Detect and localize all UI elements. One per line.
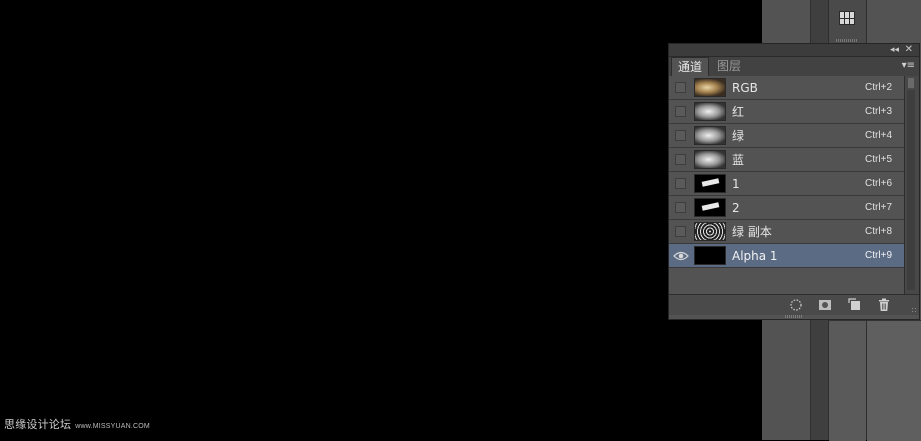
visibility-toggle[interactable] xyxy=(675,178,686,189)
watermark-text: 思缘设计论坛 xyxy=(4,418,72,431)
channel-name: 绿 副本 xyxy=(732,225,772,239)
channel-row[interactable]: RGB Ctrl+2 xyxy=(669,76,905,100)
resize-grip[interactable] xyxy=(911,307,917,313)
channel-shortcut: Ctrl+9 xyxy=(865,250,892,261)
panel-title-bar[interactable]: ◂◂ ✕ xyxy=(669,44,919,57)
channel-name: 1 xyxy=(732,177,740,191)
channel-row[interactable]: 1 Ctrl+6 xyxy=(669,172,905,196)
channel-shortcut: Ctrl+2 xyxy=(865,82,892,93)
channel-thumbnail xyxy=(694,150,726,169)
channel-row[interactable]: 2 Ctrl+7 xyxy=(669,196,905,220)
panel-bottom-grip[interactable] xyxy=(785,315,803,318)
channels-panel: ◂◂ ✕ 通道 图层 ▾≡ RGB Ctrl+2 红 Ctrl+3 绿 Ctrl+4 蓝 Ct… xyxy=(668,43,920,320)
channel-shortcut: Ctrl+5 xyxy=(865,154,892,165)
scrollbar[interactable] xyxy=(904,76,919,294)
channel-shortcut: Ctrl+6 xyxy=(865,178,892,189)
channel-thumbnail xyxy=(694,126,726,145)
grid-icon[interactable] xyxy=(839,11,855,25)
eye-icon[interactable] xyxy=(673,248,689,264)
panel-tabs: 通道 图层 ▾≡ xyxy=(669,57,919,77)
visibility-toggle[interactable] xyxy=(675,226,686,237)
channel-thumbnail xyxy=(694,222,726,241)
channel-thumbnail xyxy=(694,78,726,97)
channel-name: 蓝 xyxy=(732,153,745,167)
scroll-track[interactable] xyxy=(907,90,915,290)
tab-layers[interactable]: 图层 xyxy=(711,57,747,76)
channel-shortcut: Ctrl+3 xyxy=(865,106,892,117)
channel-name: 绿 xyxy=(732,129,745,143)
visibility-toggle[interactable] xyxy=(675,154,686,165)
scroll-up-arrow[interactable] xyxy=(908,78,914,88)
channel-thumbnail xyxy=(694,102,726,121)
close-icon[interactable]: ✕ xyxy=(905,44,913,56)
watermark-url: www.MISSYUAN.COM xyxy=(75,423,150,430)
visibility-toggle[interactable] xyxy=(675,82,686,93)
new-channel-icon[interactable] xyxy=(848,298,862,312)
channel-row[interactable]: 蓝 Ctrl+5 xyxy=(669,148,905,172)
channel-row[interactable]: 绿 Ctrl+4 xyxy=(669,124,905,148)
channel-name: 2 xyxy=(732,201,740,215)
collapse-icon[interactable]: ◂◂ xyxy=(890,44,899,56)
channel-row[interactable]: 红 Ctrl+3 xyxy=(669,100,905,124)
load-selection-icon[interactable] xyxy=(789,298,803,312)
watermark: 思缘设计论坛 www.MISSYUAN.COM xyxy=(4,416,150,432)
channel-row[interactable]: 绿 副本 Ctrl+8 xyxy=(669,220,905,244)
channel-shortcut: Ctrl+7 xyxy=(865,202,892,213)
visibility-toggle[interactable] xyxy=(675,106,686,117)
channel-name: 红 xyxy=(732,105,745,119)
dock-grip[interactable] xyxy=(836,39,858,42)
visibility-toggle[interactable] xyxy=(675,202,686,213)
channel-shortcut: Ctrl+8 xyxy=(865,226,892,237)
visibility-toggle[interactable] xyxy=(675,130,686,141)
dock-lower-area-right xyxy=(867,320,921,441)
panel-menu-icon[interactable]: ▾≡ xyxy=(902,59,915,73)
channel-thumbnail xyxy=(694,174,726,193)
save-selection-icon[interactable] xyxy=(818,298,832,312)
trash-icon[interactable] xyxy=(877,298,891,312)
channel-name: RGB xyxy=(732,81,758,95)
document-canvas[interactable] xyxy=(0,0,762,440)
dock-lower-area xyxy=(829,320,866,441)
channel-name: Alpha 1 xyxy=(732,249,778,263)
channel-list: RGB Ctrl+2 红 Ctrl+3 绿 Ctrl+4 蓝 Ctrl+5 1 Ctrl+6 2 Ct… xyxy=(669,76,905,294)
panel-footer xyxy=(669,294,919,315)
channel-thumbnail xyxy=(694,198,726,217)
channel-row[interactable]: Alpha 1 Ctrl+9 xyxy=(669,244,905,268)
channel-shortcut: Ctrl+4 xyxy=(865,130,892,141)
tab-channels[interactable]: 通道 xyxy=(671,57,710,77)
channel-thumbnail xyxy=(694,246,726,265)
